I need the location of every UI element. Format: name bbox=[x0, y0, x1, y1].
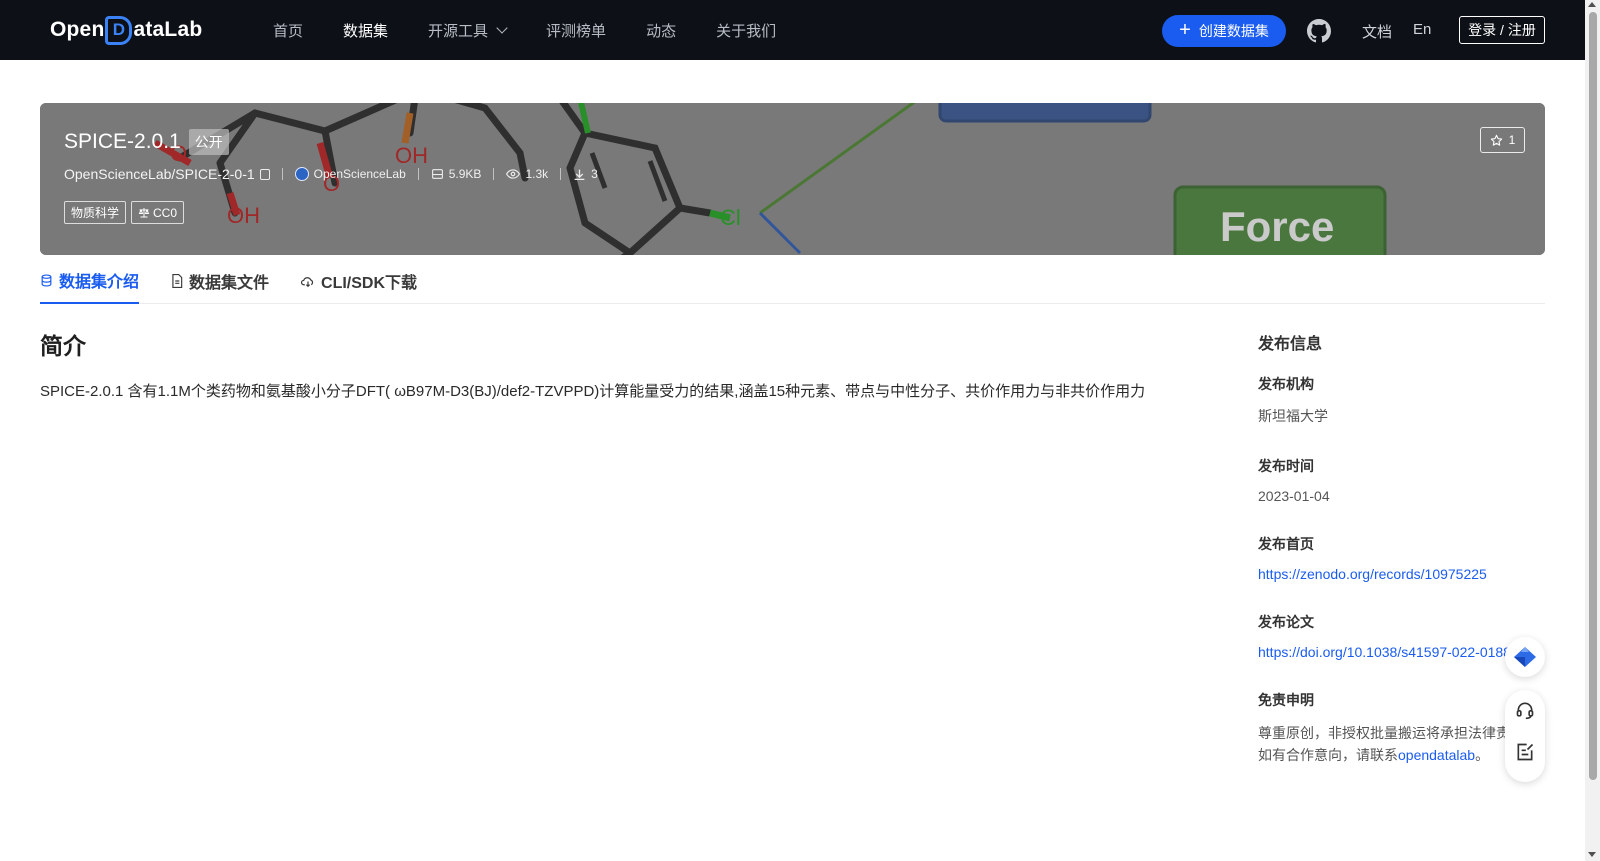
download-count: 3 bbox=[591, 167, 598, 181]
scrollbar-thumb[interactable] bbox=[1589, 12, 1597, 780]
star-count: 1 bbox=[1508, 133, 1516, 147]
star-button[interactable]: 1 bbox=[1480, 127, 1525, 153]
intro-body: SPICE-2.0.1 含有1.1M个类药物和氨基酸小分子DFT( ωB97M-… bbox=[40, 383, 1146, 400]
tag-license[interactable]: CC0 bbox=[131, 201, 185, 224]
headset-icon bbox=[1516, 702, 1534, 720]
tab-dataset-files[interactable]: 数据集文件 bbox=[171, 258, 269, 304]
tab-dataset-files-label: 数据集文件 bbox=[189, 275, 270, 292]
tab-dataset-intro-label: 数据集介绍 bbox=[59, 274, 140, 291]
feedback-button[interactable] bbox=[1513, 740, 1537, 764]
disclaimer-suffix: 。 bbox=[1475, 747, 1490, 763]
publish-info-title: 发布信息 bbox=[1258, 336, 1323, 353]
logo-d-mark: D bbox=[105, 15, 133, 45]
scroll-down-arrow[interactable] bbox=[1588, 852, 1596, 857]
database-stack-icon bbox=[41, 273, 52, 287]
nav-item-news[interactable]: 动态 bbox=[646, 20, 676, 41]
downloads-info: 3 bbox=[573, 167, 598, 181]
star-icon bbox=[1490, 134, 1502, 146]
tab-dataset-intro[interactable]: 数据集介绍 bbox=[40, 258, 140, 304]
publisher-value: 斯坦福大学 bbox=[1258, 408, 1328, 424]
nav-item-tools[interactable]: 开源工具 bbox=[428, 20, 508, 41]
nav-item-tools-label: 开源工具 bbox=[428, 22, 489, 40]
language-switch[interactable]: En bbox=[1413, 21, 1431, 38]
dataset-name: SPICE-2.0.1 bbox=[64, 130, 181, 153]
nav-item-about[interactable]: 关于我们 bbox=[716, 20, 776, 41]
nav-item-leaderboard[interactable]: 评测榜单 bbox=[546, 20, 606, 41]
copy-icon[interactable] bbox=[259, 168, 270, 180]
dataset-meta: OpenScienceLab/SPICE-2-0-1 OpenScienceLa… bbox=[64, 166, 598, 182]
dataset-title: SPICE-2.0.1 公开 bbox=[64, 129, 229, 155]
cloud-download-icon bbox=[301, 276, 314, 287]
size-info: 5.9KB bbox=[431, 167, 482, 181]
download-icon bbox=[574, 169, 585, 180]
views-info: 1.3k bbox=[506, 167, 548, 181]
meta-divider bbox=[281, 168, 283, 180]
org-info[interactable]: OpenScienceLab bbox=[294, 167, 406, 181]
login-register-button[interactable]: 登录 / 注册 bbox=[1459, 16, 1545, 44]
tab-cli-sdk[interactable]: CLI/SDK下载 bbox=[301, 258, 417, 304]
edit-note-icon bbox=[1517, 743, 1534, 761]
intro-heading: 简介 bbox=[40, 333, 86, 359]
disclaimer-prefix: 如有合作意向，请联系 bbox=[1258, 747, 1398, 763]
file-icon bbox=[172, 274, 183, 288]
meta-divider bbox=[560, 168, 562, 180]
dataset-banner: O OH O OH Cl Force SPICE-2.0.1 公开 1 Open… bbox=[40, 103, 1545, 255]
nav-item-home[interactable]: 首页 bbox=[273, 20, 303, 41]
license-label: CC0 bbox=[153, 205, 178, 220]
dataset-tags: 物质科学 CC0 bbox=[64, 201, 185, 224]
create-dataset-label: 创建数据集 bbox=[1198, 23, 1269, 39]
publish-date-label: 发布时间 bbox=[1258, 458, 1314, 474]
nav-item-datasets[interactable]: 数据集 bbox=[343, 20, 388, 41]
opendatalab-logo[interactable]: Open D ataLab bbox=[50, 14, 202, 46]
customer-service-button[interactable] bbox=[1513, 698, 1537, 722]
floating-toolbar bbox=[1505, 690, 1545, 782]
homepage-link[interactable]: https://zenodo.org/records/10975225 bbox=[1258, 566, 1558, 582]
top-navbar: Open D ataLab 首页 数据集 开源工具 评测榜单 动态 关于我们 +… bbox=[0, 0, 1585, 60]
repo-path: OpenScienceLab/SPICE-2-0-1 bbox=[64, 166, 270, 182]
assistant-logo-icon bbox=[1514, 647, 1536, 667]
dataset-size: 5.9KB bbox=[448, 167, 482, 181]
eye-icon bbox=[506, 169, 521, 179]
database-icon bbox=[431, 169, 443, 179]
contact-link[interactable]: opendatalab bbox=[1398, 747, 1475, 763]
org-avatar bbox=[294, 167, 309, 181]
plus-icon: + bbox=[1179, 19, 1191, 41]
tab-cli-sdk-label: CLI/SDK下载 bbox=[321, 275, 418, 292]
meta-divider bbox=[417, 168, 419, 180]
scroll-up-arrow[interactable] bbox=[1588, 2, 1596, 7]
logo-text-atalab: ataLab bbox=[133, 18, 203, 41]
docs-link[interactable]: 文档 bbox=[1362, 21, 1392, 42]
create-dataset-button[interactable]: + 创建数据集 bbox=[1162, 15, 1286, 47]
dataset-tabs: 数据集介绍 数据集文件 CLI/SDK下载 bbox=[40, 258, 1545, 304]
visibility-badge: 公开 bbox=[188, 129, 229, 155]
paper-label: 发布论文 bbox=[1258, 614, 1314, 630]
repo-path-text: OpenScienceLab/SPICE-2-0-1 bbox=[64, 166, 255, 182]
tag-physical-science[interactable]: 物质科学 bbox=[64, 201, 127, 224]
github-icon[interactable] bbox=[1307, 19, 1331, 43]
scale-icon bbox=[138, 208, 150, 218]
main-nav: 首页 数据集 开源工具 评测榜单 动态 关于我们 bbox=[273, 0, 816, 60]
vertical-scrollbar[interactable] bbox=[1585, 0, 1600, 861]
assistant-button[interactable] bbox=[1505, 637, 1545, 677]
publisher-label: 发布机构 bbox=[1258, 376, 1314, 392]
view-count: 1.3k bbox=[525, 167, 549, 181]
meta-divider bbox=[493, 168, 495, 180]
homepage-label: 发布首页 bbox=[1258, 536, 1314, 552]
org-name: OpenScienceLab bbox=[313, 167, 406, 181]
publish-date-value: 2023-01-04 bbox=[1258, 488, 1330, 504]
chevron-down-icon bbox=[496, 21, 508, 34]
logo-text-open: Open bbox=[50, 18, 105, 41]
